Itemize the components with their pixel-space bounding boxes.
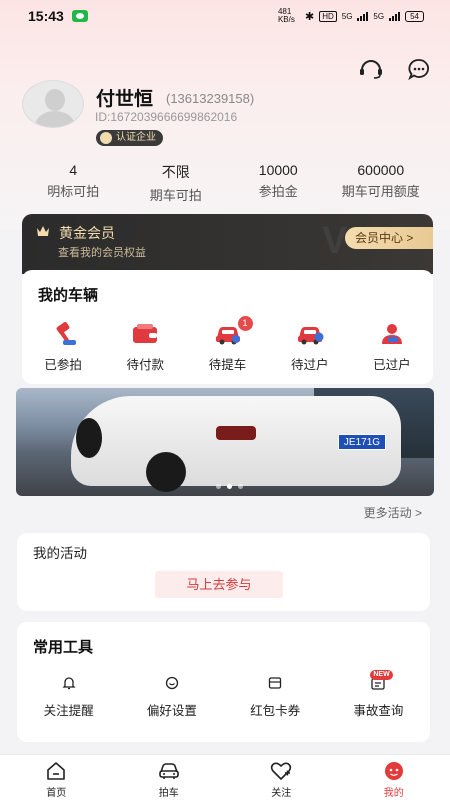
tab-auction[interactable]: 拍车 xyxy=(113,755,226,800)
tab-label: 我的 xyxy=(383,788,404,799)
vehicle-status-label: 待付款 xyxy=(126,358,165,372)
join-now-button[interactable]: 马上去参与 xyxy=(155,571,283,598)
tools-row: 关注提醒 偏好设置 红包卡券 NEW 事故查询 xyxy=(17,670,430,719)
vehicle-status-label: 待提车 xyxy=(208,358,247,372)
tool-label: 事故查询 xyxy=(353,704,404,718)
vip-watermark-icon: V xyxy=(322,220,348,262)
section-title: 我的活动 xyxy=(33,546,87,561)
stat-item[interactable]: 4 明标可拍 xyxy=(22,162,125,204)
tool-label: 红包卡券 xyxy=(250,704,301,718)
stat-value: 600000 xyxy=(357,162,405,178)
car-icon xyxy=(158,761,180,781)
header-actions xyxy=(358,56,432,82)
activity-banner-image[interactable]: JE171G xyxy=(16,388,434,496)
user-name: 付世恒 xyxy=(96,89,154,110)
hd-label: HD xyxy=(319,10,337,22)
stat-label: 期车可用额度 xyxy=(341,184,420,199)
stat-item[interactable]: 10000 参拍金 xyxy=(227,162,330,204)
vehicle-status-pending-payment[interactable]: 待付款 xyxy=(104,322,186,373)
wechat-notification-icon xyxy=(71,10,88,22)
person-icon xyxy=(378,322,406,346)
stat-label: 参拍金 xyxy=(258,184,298,199)
wallet-icon xyxy=(131,322,159,346)
tool-label: 偏好设置 xyxy=(146,704,197,718)
common-tools-card: 常用工具 关注提醒 偏好设置 红包卡券 NEW 事故查询 xyxy=(17,622,430,742)
tool-label: 关注提醒 xyxy=(43,704,94,718)
vehicle-status-label: 待过户 xyxy=(290,358,329,372)
car-transfer-icon xyxy=(296,322,324,346)
stat-value: 不限 xyxy=(161,164,190,180)
tab-mine[interactable]: 我的 xyxy=(338,755,450,800)
stat-item[interactable]: 不限 期车可拍 xyxy=(125,162,228,204)
section-title: 我的车辆 xyxy=(38,287,99,304)
certified-icon xyxy=(100,132,112,144)
tab-follow[interactable]: 关注 xyxy=(225,755,338,800)
member-center-button[interactable]: 会员中心 > xyxy=(345,227,433,249)
stat-value: 10000 xyxy=(258,162,298,178)
bottom-tab-bar: 首页 拍车 关注 我的 xyxy=(0,754,450,800)
heart-icon xyxy=(270,761,292,781)
sim2-label: 5G xyxy=(373,11,385,21)
vehicle-status-transferred[interactable]: 已过户 xyxy=(351,322,433,373)
battery-icon: 54 xyxy=(405,10,424,22)
stat-value: 4 xyxy=(69,162,78,178)
tool-preferences[interactable]: 偏好设置 xyxy=(120,676,223,719)
account-stats: 4 明标可拍 不限 期车可拍 10000 参拍金 600000 期车可用额度 xyxy=(22,162,432,204)
customer-service-icon[interactable] xyxy=(358,56,384,82)
coupon-icon xyxy=(267,676,283,690)
tool-coupons[interactable]: 红包卡券 xyxy=(224,676,327,719)
status-bar: 15:43 481 KB/s ✱ HD 5G 5G 54 xyxy=(0,0,450,32)
vehicle-status-label: 已参拍 xyxy=(44,358,82,372)
signal-icon-2 xyxy=(389,11,401,21)
stat-item[interactable]: 600000 期车可用额度 xyxy=(330,162,433,204)
car-pickup-icon xyxy=(214,322,242,346)
signal-icon xyxy=(357,11,369,21)
vehicle-status-bidded[interactable]: 已参拍 xyxy=(22,322,104,373)
vehicle-status-pending-transfer[interactable]: 待过户 xyxy=(269,322,351,373)
vip-title: 黄金会员 xyxy=(59,225,115,241)
tab-label: 拍车 xyxy=(158,788,179,799)
tab-home[interactable]: 首页 xyxy=(0,755,113,800)
vehicle-status-row: 已参拍 待付款 1 待提车 待过户 已过户 xyxy=(22,316,433,373)
certified-enterprise-badge: 认证企业 xyxy=(96,130,163,146)
vip-membership-banner[interactable]: 黄金会员 查看我的会员权益 V 会员中心 > xyxy=(22,214,433,274)
gavel-icon xyxy=(49,322,77,346)
section-title: 常用工具 xyxy=(33,639,94,656)
stat-label: 明标可拍 xyxy=(47,184,100,199)
tool-follow-reminder[interactable]: 关注提醒 xyxy=(17,676,120,719)
new-badge: NEW xyxy=(370,670,393,680)
vehicle-status-label: 已过户 xyxy=(373,358,411,372)
sim1-label: 5G xyxy=(341,11,353,21)
net-speed: 481 KB/s xyxy=(277,7,295,24)
message-icon[interactable] xyxy=(406,56,432,82)
profile-icon xyxy=(383,761,405,781)
vip-subtitle: 查看我的会员权益 xyxy=(58,247,146,259)
vehicle-status-pending-pickup[interactable]: 1 待提车 xyxy=(186,316,268,373)
bell-icon xyxy=(61,676,77,690)
cert-label: 认证企业 xyxy=(116,132,156,143)
preference-icon xyxy=(164,676,180,690)
user-id: ID:1672039666699862016 xyxy=(95,110,238,124)
tab-label: 关注 xyxy=(271,788,292,799)
status-indicators: 481 KB/s ✱ HD 5G 5G 54 xyxy=(278,8,424,24)
stat-label: 期车可拍 xyxy=(149,188,202,203)
license-plate: JE171G xyxy=(338,434,386,450)
avatar[interactable] xyxy=(22,80,84,128)
my-activities-card: 我的活动 马上去参与 xyxy=(17,533,430,611)
user-phone: (13613239158) xyxy=(166,91,255,106)
activity-banner-section: JE171G 更多活动 > xyxy=(16,388,434,522)
crown-icon xyxy=(37,226,49,236)
more-activities-link[interactable]: 更多活动 > xyxy=(364,504,422,521)
carousel-indicator xyxy=(216,484,243,489)
status-time: 15:43 xyxy=(28,8,64,24)
notification-badge: 1 xyxy=(237,316,253,331)
home-icon xyxy=(45,761,67,781)
tool-accident-query[interactable]: NEW 事故查询 xyxy=(327,670,430,719)
bluetooth-icon: ✱ xyxy=(304,10,315,23)
user-profile[interactable]: 付世恒 (13613239158) ID:1672039666699862016… xyxy=(22,80,432,150)
tab-label: 首页 xyxy=(46,788,67,799)
my-vehicles-card: 我的车辆 已参拍 待付款 1 待提车 待过户 已过户 xyxy=(22,270,433,384)
